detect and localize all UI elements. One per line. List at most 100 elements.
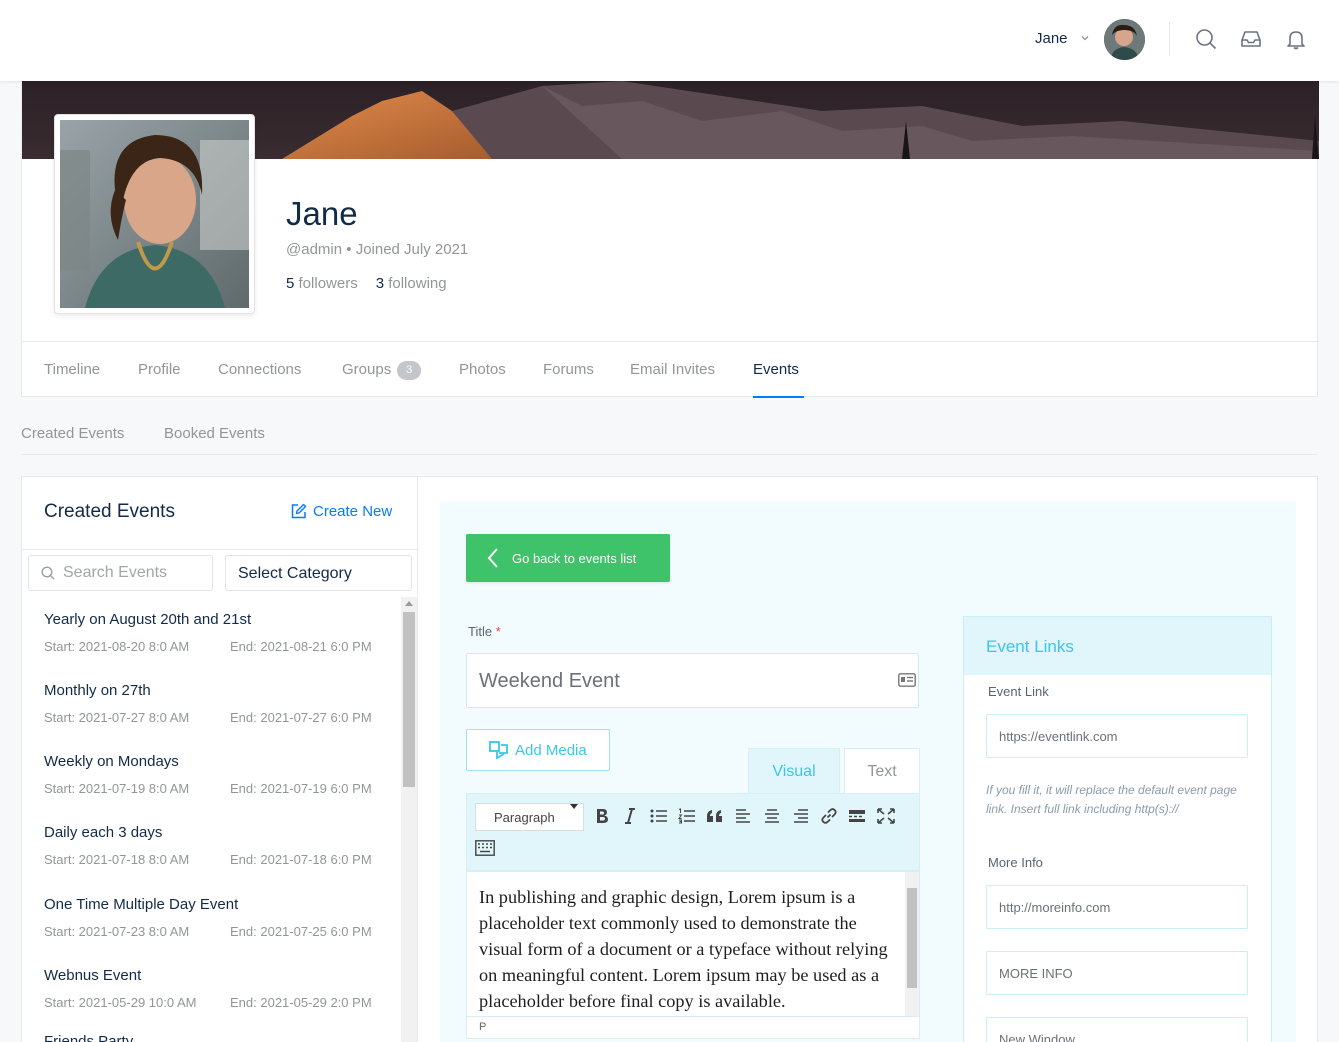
search-events-input[interactable]: Search Events xyxy=(28,555,213,591)
back-to-events-button[interactable]: Go back to events list xyxy=(466,534,670,582)
list-item[interactable]: Monthly on 27th Start: 2021-07-27 8:0 AM… xyxy=(44,682,402,726)
more-info-url-input[interactable]: http://moreinfo.com xyxy=(986,885,1248,929)
contact-card-icon xyxy=(898,673,916,687)
read-more-icon xyxy=(849,810,865,822)
event-name[interactable]: Webnus Event xyxy=(44,967,402,984)
event-end: End: 2021-08-21 6:0 PM xyxy=(230,639,372,654)
more-info-target-select[interactable]: New Window xyxy=(986,1017,1248,1042)
list-item[interactable]: Webnus Event Start: 2021-05-29 10:0 AM En… xyxy=(44,967,402,1011)
profile-follow-stats: 5 followers 3 following xyxy=(286,275,447,292)
tab-connections[interactable]: Connections xyxy=(218,361,301,378)
list-item[interactable]: Daily each 3 days Start: 2021-07-18 8:0 … xyxy=(44,824,402,868)
tab-photos[interactable]: Photos xyxy=(459,361,506,378)
profile-card: Jane @admin • Joined July 2021 5 followe… xyxy=(21,81,1319,398)
profile-joined: Joined July 2021 xyxy=(355,241,469,258)
fullscreen-button[interactable] xyxy=(876,806,896,826)
align-center-icon xyxy=(765,809,779,823)
event-name[interactable]: One Time Multiple Day Event xyxy=(44,896,402,913)
add-media-button[interactable]: Add Media xyxy=(466,729,610,771)
inbox-icon[interactable] xyxy=(1240,28,1262,50)
align-center-button[interactable] xyxy=(762,806,782,826)
editor-content[interactable]: In publishing and graphic design, Lorem … xyxy=(466,871,920,1017)
event-start: Start: 2021-07-19 8:0 AM xyxy=(44,781,190,796)
insert-link-button[interactable] xyxy=(819,806,839,826)
align-right-button[interactable] xyxy=(791,806,811,826)
italic-button[interactable] xyxy=(620,806,640,826)
more-info-text-input[interactable]: MORE INFO xyxy=(986,951,1248,995)
event-name[interactable]: Daily each 3 days xyxy=(44,824,402,841)
user-avatar[interactable] xyxy=(1104,19,1145,60)
event-link-input[interactable]: https://eventlink.com xyxy=(986,714,1248,758)
editor-scrollbar[interactable] xyxy=(905,872,919,1016)
following-count[interactable]: 3 xyxy=(376,275,384,292)
tab-profile[interactable]: Profile xyxy=(138,361,181,378)
events-list-column: Created Events Create New Search Events … xyxy=(22,477,418,1042)
bullet-list-button[interactable] xyxy=(649,806,669,826)
event-name[interactable]: Weekly on Mondays xyxy=(44,753,402,770)
tab-email-invites[interactable]: Email Invites xyxy=(630,361,715,378)
tab-text[interactable]: Text xyxy=(844,748,920,794)
title-input[interactable]: Weekend Event xyxy=(466,653,919,708)
keyboard-icon xyxy=(475,840,495,856)
edit-icon xyxy=(291,503,307,519)
event-end: End: 2021-07-25 6:0 PM xyxy=(230,924,372,939)
subtabs-divider xyxy=(21,454,1318,455)
numbered-list-button[interactable] xyxy=(677,806,697,826)
subtab-booked-events[interactable]: Booked Events xyxy=(164,425,265,442)
editor-scrollbar-thumb[interactable] xyxy=(907,888,917,988)
required-mark: * xyxy=(495,624,501,639)
top-bar: Jane xyxy=(0,0,1339,81)
topbar-divider xyxy=(1169,22,1170,56)
tab-timeline[interactable]: Timeline xyxy=(44,361,100,378)
paragraph-format-select[interactable]: Paragraph xyxy=(475,803,584,831)
profile-name: Jane xyxy=(286,195,358,232)
bold-icon xyxy=(597,809,608,823)
groups-count-badge: 3 xyxy=(397,361,422,380)
list-item[interactable]: Friends Party xyxy=(44,1033,402,1042)
followers-count[interactable]: 5 xyxy=(286,275,294,292)
title-label: Title * xyxy=(468,624,501,639)
fullscreen-icon xyxy=(877,808,895,824)
scroll-up-arrow-icon[interactable] xyxy=(405,601,413,606)
subtab-created-events[interactable]: Created Events xyxy=(21,425,124,442)
create-new-link[interactable]: Create New xyxy=(290,503,392,520)
tab-visual[interactable]: Visual xyxy=(748,748,840,794)
more-info-label: More Info xyxy=(988,855,1043,870)
followers-label[interactable]: followers xyxy=(299,275,358,292)
editor-content-text: In publishing and graphic design, Lorem … xyxy=(479,887,888,1011)
list-item[interactable]: Weekly on Mondays Start: 2021-07-19 8:0 … xyxy=(44,753,402,797)
bold-button[interactable] xyxy=(592,806,612,826)
tab-groups[interactable]: Groups 3 xyxy=(342,361,422,380)
events-panel: Created Events Create New Search Events … xyxy=(21,476,1318,1042)
event-start: Start: 2021-05-29 10:0 AM xyxy=(44,995,197,1010)
event-name[interactable]: Yearly on August 20th and 21st xyxy=(44,611,402,628)
events-list-scrollbar[interactable] xyxy=(401,597,417,1042)
toolbar-toggle-button[interactable] xyxy=(475,838,495,858)
search-icon[interactable] xyxy=(1195,28,1217,50)
editor-status-path: P xyxy=(466,1017,920,1039)
profile-avatar[interactable] xyxy=(54,114,255,314)
tab-forums[interactable]: Forums xyxy=(543,361,594,378)
blockquote-button[interactable] xyxy=(705,806,725,826)
list-item[interactable]: Yearly on August 20th and 21st Start: 20… xyxy=(44,611,402,655)
user-menu-name[interactable]: Jane xyxy=(1035,30,1068,47)
quote-icon xyxy=(707,810,722,822)
add-media-label: Add Media xyxy=(515,741,587,759)
category-select[interactable]: Select Category xyxy=(225,555,412,591)
scrollbar-thumb[interactable] xyxy=(403,612,415,787)
profile-meta: @admin • Joined July 2021 xyxy=(286,241,469,258)
profile-handle: @admin xyxy=(286,241,343,258)
event-name[interactable]: Friends Party xyxy=(44,1033,402,1042)
following-label[interactable]: following xyxy=(388,275,446,292)
event-link-label: Event Link xyxy=(988,684,1049,699)
caret-down-icon xyxy=(570,804,578,809)
list-item[interactable]: One Time Multiple Day Event Start: 2021-… xyxy=(44,896,402,940)
event-name[interactable]: Monthly on 27th xyxy=(44,682,402,699)
bell-icon[interactable] xyxy=(1285,28,1307,50)
tab-events[interactable]: Events xyxy=(753,361,799,378)
chevron-down-icon[interactable] xyxy=(1080,33,1090,43)
event-links-box: Event Links Event Link https://eventlink… xyxy=(963,616,1272,1042)
read-more-button[interactable] xyxy=(847,806,867,826)
align-left-button[interactable] xyxy=(733,806,753,826)
active-tab-indicator xyxy=(753,396,804,398)
